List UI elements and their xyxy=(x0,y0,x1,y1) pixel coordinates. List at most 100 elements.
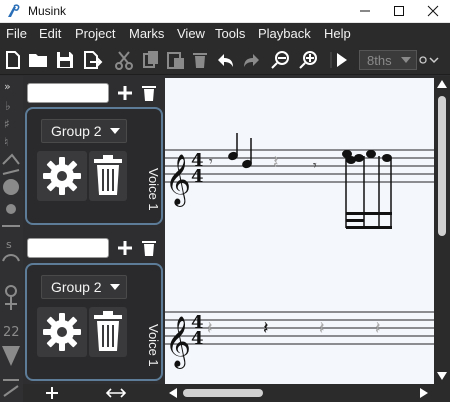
note-length-select[interactable]: 8ths xyxy=(359,50,417,70)
cut-icon xyxy=(115,51,133,70)
overflow-icon xyxy=(419,56,439,64)
delete-icon xyxy=(193,53,207,68)
redo-icon xyxy=(244,54,259,67)
horizontal-scrollbar[interactable] xyxy=(165,384,450,402)
chevron-down-icon xyxy=(110,284,120,290)
close-button[interactable] xyxy=(416,0,450,22)
paste-button[interactable] xyxy=(165,49,187,71)
vertical-scrollbar[interactable] xyxy=(434,76,450,384)
voice-label: Voice 1 xyxy=(146,167,161,211)
note-length-value: 8ths xyxy=(367,53,392,68)
group-select[interactable]: Group 2 xyxy=(41,275,127,299)
app-logo-icon xyxy=(8,4,20,17)
add-voice-icon[interactable] xyxy=(45,386,59,400)
voice-delete-button[interactable] xyxy=(89,151,127,201)
fermata-icon xyxy=(2,254,20,262)
add-icon[interactable] xyxy=(115,83,135,103)
voice-panel: Group 2 Voice 1 xyxy=(25,107,163,225)
maximize-icon xyxy=(394,6,404,16)
toolbar-overflow-button[interactable] xyxy=(418,51,448,71)
scroll-up-icon[interactable] xyxy=(437,80,447,88)
redo-button[interactable] xyxy=(241,49,263,71)
play-button[interactable] xyxy=(329,49,351,71)
expand-icon: » xyxy=(4,80,11,93)
menu-bar: File Edit Project Marks View Tools Playb… xyxy=(0,23,450,45)
copy-button[interactable] xyxy=(140,49,162,71)
resize-horizontal-icon[interactable] xyxy=(105,387,127,399)
open-folder-icon xyxy=(29,54,47,67)
marks-palette[interactable]: » ♭ ♯ ♮ s 22 xyxy=(0,76,23,402)
export-button[interactable] xyxy=(81,49,103,71)
new-file-button[interactable] xyxy=(2,49,24,71)
cut-button[interactable] xyxy=(113,49,135,71)
menu-marks[interactable]: Marks xyxy=(129,26,164,41)
sharp-icon: ♯ xyxy=(4,117,10,131)
close-icon xyxy=(427,5,439,17)
minimize-icon xyxy=(360,10,370,12)
add-icon[interactable] xyxy=(115,238,135,258)
horizontal-scroll-thumb[interactable] xyxy=(183,389,263,397)
play-icon xyxy=(330,52,347,68)
zoom-in-icon xyxy=(299,51,317,69)
menu-view[interactable]: View xyxy=(177,26,205,41)
undo-icon xyxy=(218,54,233,67)
staff-voice-1 xyxy=(165,149,434,183)
flat-icon: ♭ xyxy=(5,99,11,113)
export-icon xyxy=(84,51,103,69)
trash-icon[interactable] xyxy=(140,238,158,258)
tenuto-icon xyxy=(2,169,20,175)
score-canvas[interactable]: 𝄞 4 4 𝄾 𝄽 𝄾 𝄞 4 4 𝄽 𝄽 𝄽 𝄽 xyxy=(165,78,434,384)
app-window: File Edit Project Marks View Tools Playb… xyxy=(0,23,450,402)
scroll-right-icon[interactable] xyxy=(420,388,428,398)
time-sig-bottom: 4 xyxy=(191,328,204,349)
scroll-left-icon[interactable] xyxy=(169,388,177,398)
menu-project[interactable]: Project xyxy=(75,26,115,41)
chevron-down-icon xyxy=(110,128,120,134)
menu-tools[interactable]: Tools xyxy=(215,26,245,41)
natural-icon: ♮ xyxy=(4,135,8,149)
menu-playback[interactable]: Playback xyxy=(258,26,311,41)
slash-icon xyxy=(3,385,19,397)
zoom-out-button[interactable] xyxy=(270,49,292,71)
scroll-down-icon[interactable] xyxy=(437,372,447,380)
score-staves: 𝄞 4 4 𝄾 𝄽 𝄾 𝄞 4 4 𝄽 𝄽 𝄽 𝄽 xyxy=(165,133,434,369)
menu-help[interactable]: Help xyxy=(324,26,351,41)
delete-button[interactable] xyxy=(189,49,211,71)
sforzando-icon: s xyxy=(6,238,12,251)
menu-edit[interactable]: Edit xyxy=(39,26,61,41)
menu-file[interactable]: File xyxy=(6,26,27,41)
group-select[interactable]: Group 2 xyxy=(41,119,127,143)
open-button[interactable] xyxy=(27,49,49,71)
voice-name-input[interactable] xyxy=(27,83,109,103)
maximize-button[interactable] xyxy=(382,0,416,22)
new-file-icon xyxy=(6,51,20,69)
trill-icon: 22 xyxy=(3,325,20,340)
voice-delete-button[interactable] xyxy=(89,307,127,357)
title-bar: Musink xyxy=(0,0,450,23)
undo-button[interactable] xyxy=(214,49,236,71)
window-title: Musink xyxy=(28,4,67,18)
voice-panel-footer xyxy=(23,384,165,402)
vertical-scroll-thumb[interactable] xyxy=(438,96,446,236)
beam xyxy=(346,212,392,215)
minimize-button[interactable] xyxy=(348,0,382,22)
ghost-quarter-rest-icon: 𝄽 xyxy=(273,152,279,173)
save-icon xyxy=(57,52,73,68)
beam xyxy=(346,226,392,229)
note-head xyxy=(366,150,376,158)
marks-palette-icons: » ♭ ♯ ♮ s 22 xyxy=(2,80,20,397)
voice-name-input[interactable] xyxy=(27,238,109,258)
gear-icon xyxy=(43,157,81,195)
voice-settings-button[interactable] xyxy=(37,151,87,201)
voice-settings-button[interactable] xyxy=(37,307,87,357)
paste-icon xyxy=(167,52,184,69)
note-head xyxy=(354,154,364,162)
ghost-quarter-rest-icon: 𝄽 xyxy=(375,318,381,339)
group-select-value: Group 2 xyxy=(51,279,102,295)
treble-clef-icon: 𝄞 xyxy=(165,154,191,207)
zoom-in-button[interactable] xyxy=(298,49,320,71)
plus-mark-icon xyxy=(5,296,17,310)
save-button[interactable] xyxy=(54,49,76,71)
trash-icon[interactable] xyxy=(140,83,158,103)
accent-icon xyxy=(2,153,20,165)
